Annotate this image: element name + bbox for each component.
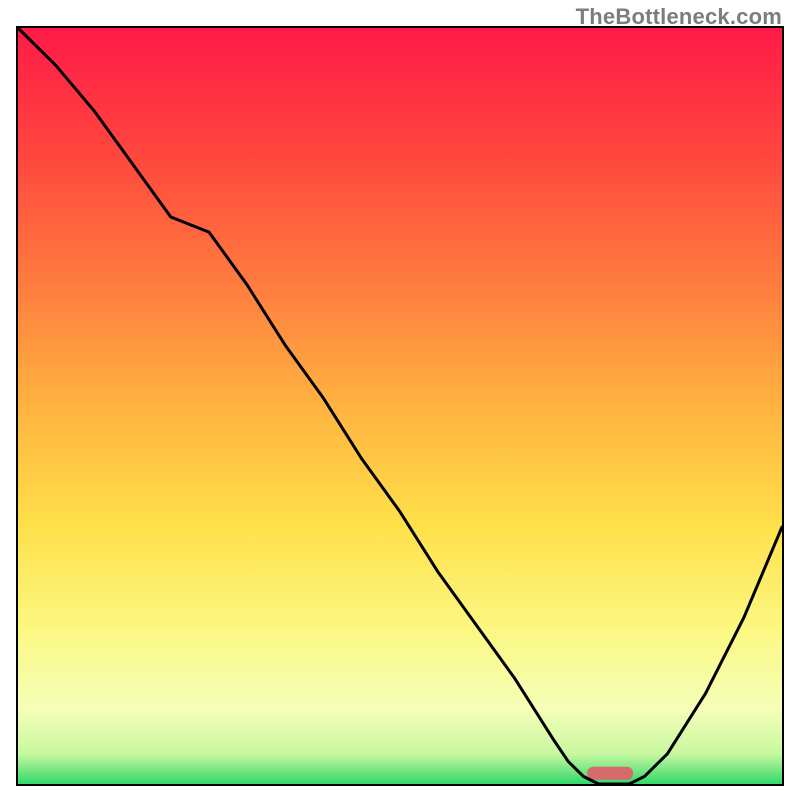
bottleneck-chart: [0, 0, 800, 800]
optimal-marker: [587, 767, 633, 780]
watermark-text: TheBottleneck.com: [576, 4, 782, 30]
plot-background: [18, 28, 782, 784]
